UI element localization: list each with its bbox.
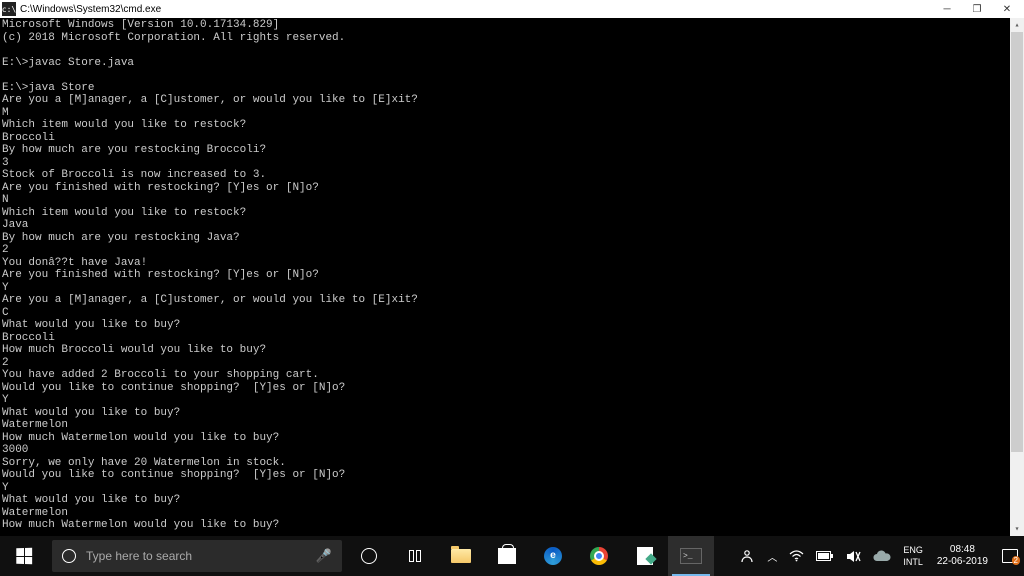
- terminal-line: Broccoli: [2, 132, 1022, 145]
- terminal-line: Java: [2, 219, 1022, 232]
- onedrive-icon[interactable]: [867, 536, 897, 576]
- terminal-line: (c) 2018 Microsoft Corporation. All righ…: [2, 32, 1022, 45]
- search-icon: [62, 549, 76, 563]
- terminal-line: 3: [2, 157, 1022, 170]
- wifi-icon[interactable]: [783, 536, 810, 576]
- cmd-icon: >_: [680, 548, 702, 564]
- terminal-line: Watermelon: [2, 419, 1022, 432]
- cmd-taskbar-button[interactable]: >_: [668, 536, 714, 576]
- terminal-line: What would you like to buy?: [2, 319, 1022, 332]
- notepad-button[interactable]: [622, 536, 668, 576]
- terminal-line: Watermelon: [2, 507, 1022, 520]
- terminal-line: [2, 69, 1022, 82]
- terminal-line: N: [2, 194, 1022, 207]
- terminal-line: Are you a [M]anager, a [C]ustomer, or wo…: [2, 94, 1022, 107]
- edge-icon: e: [544, 547, 562, 565]
- close-button[interactable]: ✕: [992, 0, 1022, 18]
- taskbar-clock[interactable]: 08:48 22-06-2019: [929, 544, 996, 568]
- windows-taskbar: Type here to search 🎤 e >_: [0, 536, 1024, 576]
- terminal-line: How much Watermelon would you like to bu…: [2, 519, 1022, 532]
- vertical-scrollbar[interactable]: ▴ ▾: [1010, 18, 1024, 536]
- cortana-button[interactable]: [346, 536, 392, 576]
- task-view-icon: [409, 550, 421, 562]
- terminal-line: Which item would you like to restock?: [2, 119, 1022, 132]
- terminal-line: What would you like to buy?: [2, 407, 1022, 420]
- terminal-line: Would you like to continue shopping? [Y]…: [2, 382, 1022, 395]
- maximize-button[interactable]: ❐: [962, 0, 992, 18]
- cmd-window-icon: c:\: [2, 2, 16, 16]
- notification-icon: 2: [1002, 549, 1018, 563]
- terminal-line: Which item would you like to restock?: [2, 207, 1022, 220]
- terminal-line: Are you a [M]anager, a [C]ustomer, or wo…: [2, 294, 1022, 307]
- taskbar-search-input[interactable]: Type here to search 🎤: [52, 540, 342, 572]
- battery-icon[interactable]: [810, 536, 840, 576]
- notification-badge: 2: [1012, 556, 1020, 565]
- terminal-line: Sorry, we only have 20 Watermelon in sto…: [2, 457, 1022, 470]
- action-center-button[interactable]: 2: [996, 536, 1024, 576]
- terminal-line: You have added 2 Broccoli to your shoppi…: [2, 369, 1022, 382]
- windows-logo-icon: [16, 548, 32, 564]
- terminal-line: Y: [2, 282, 1022, 295]
- terminal-line: Y: [2, 394, 1022, 407]
- terminal-line: [2, 44, 1022, 57]
- terminal-line: By how much are you restocking Java?: [2, 232, 1022, 245]
- terminal-line: E:\>java Store: [2, 82, 1022, 95]
- start-button[interactable]: [0, 536, 48, 576]
- scroll-down-arrow[interactable]: ▾: [1010, 522, 1024, 536]
- terminal-line: M: [2, 107, 1022, 120]
- store-icon: [498, 548, 516, 564]
- window-titlebar: c:\ C:\Windows\System32\cmd.exe ─ ❐ ✕: [0, 0, 1024, 18]
- window-controls: ─ ❐ ✕: [932, 0, 1022, 18]
- terminal-output[interactable]: Microsoft Windows [Version 10.0.17134.82…: [0, 18, 1024, 536]
- folder-icon: [451, 549, 471, 563]
- clock-date: 22-06-2019: [937, 556, 988, 568]
- terminal-line: You donâ??t have Java!: [2, 257, 1022, 270]
- terminal-line: How much Broccoli would you like to buy?: [2, 344, 1022, 357]
- cortana-icon: [361, 548, 377, 564]
- terminal-line: Y: [2, 482, 1022, 495]
- microphone-icon[interactable]: 🎤: [316, 548, 332, 564]
- terminal-line: C: [2, 307, 1022, 320]
- minimize-button[interactable]: ─: [932, 0, 962, 18]
- tray-chevron-up[interactable]: ︿: [761, 536, 783, 576]
- language-top: ENG: [903, 544, 923, 556]
- clock-time: 08:48: [950, 544, 975, 556]
- chrome-icon: [590, 547, 608, 565]
- scroll-thumb[interactable]: [1011, 32, 1023, 452]
- terminal-line: Stock of Broccoli is now increased to 3.: [2, 169, 1022, 182]
- edge-browser-button[interactable]: e: [530, 536, 576, 576]
- terminal-line: Microsoft Windows [Version 10.0.17134.82…: [2, 19, 1022, 32]
- scroll-track[interactable]: [1010, 32, 1024, 522]
- terminal-line: 3000: [2, 444, 1022, 457]
- terminal-line: E:\>javac Store.java: [2, 57, 1022, 70]
- taskbar-pinned-apps: e >_: [346, 536, 714, 576]
- terminal-line: Are you finished with restocking? [Y]es …: [2, 182, 1022, 195]
- people-button[interactable]: [733, 536, 761, 576]
- terminal-line: Broccoli: [2, 332, 1022, 345]
- task-view-button[interactable]: [392, 536, 438, 576]
- terminal-line: How much Watermelon would you like to bu…: [2, 432, 1022, 445]
- volume-icon[interactable]: [840, 536, 867, 576]
- window-title: C:\Windows\System32\cmd.exe: [20, 4, 932, 15]
- notepad-icon: [637, 547, 653, 565]
- language-indicator[interactable]: ENG INTL: [897, 544, 929, 568]
- terminal-line: 2: [2, 244, 1022, 257]
- search-placeholder: Type here to search: [86, 549, 192, 563]
- people-icon: [739, 548, 755, 564]
- terminal-line: Are you finished with restocking? [Y]es …: [2, 269, 1022, 282]
- scroll-up-arrow[interactable]: ▴: [1010, 18, 1024, 32]
- terminal-line: 2: [2, 357, 1022, 370]
- terminal-line: Would you like to continue shopping? [Y]…: [2, 469, 1022, 482]
- terminal-line: What would you like to buy?: [2, 494, 1022, 507]
- file-explorer-button[interactable]: [438, 536, 484, 576]
- terminal-line: By how much are you restocking Broccoli?: [2, 144, 1022, 157]
- system-tray: ︿ ENG INTL 08:48 22-06-2019 2: [733, 536, 1024, 576]
- chrome-browser-button[interactable]: [576, 536, 622, 576]
- language-bottom: INTL: [903, 556, 923, 568]
- microsoft-store-button[interactable]: [484, 536, 530, 576]
